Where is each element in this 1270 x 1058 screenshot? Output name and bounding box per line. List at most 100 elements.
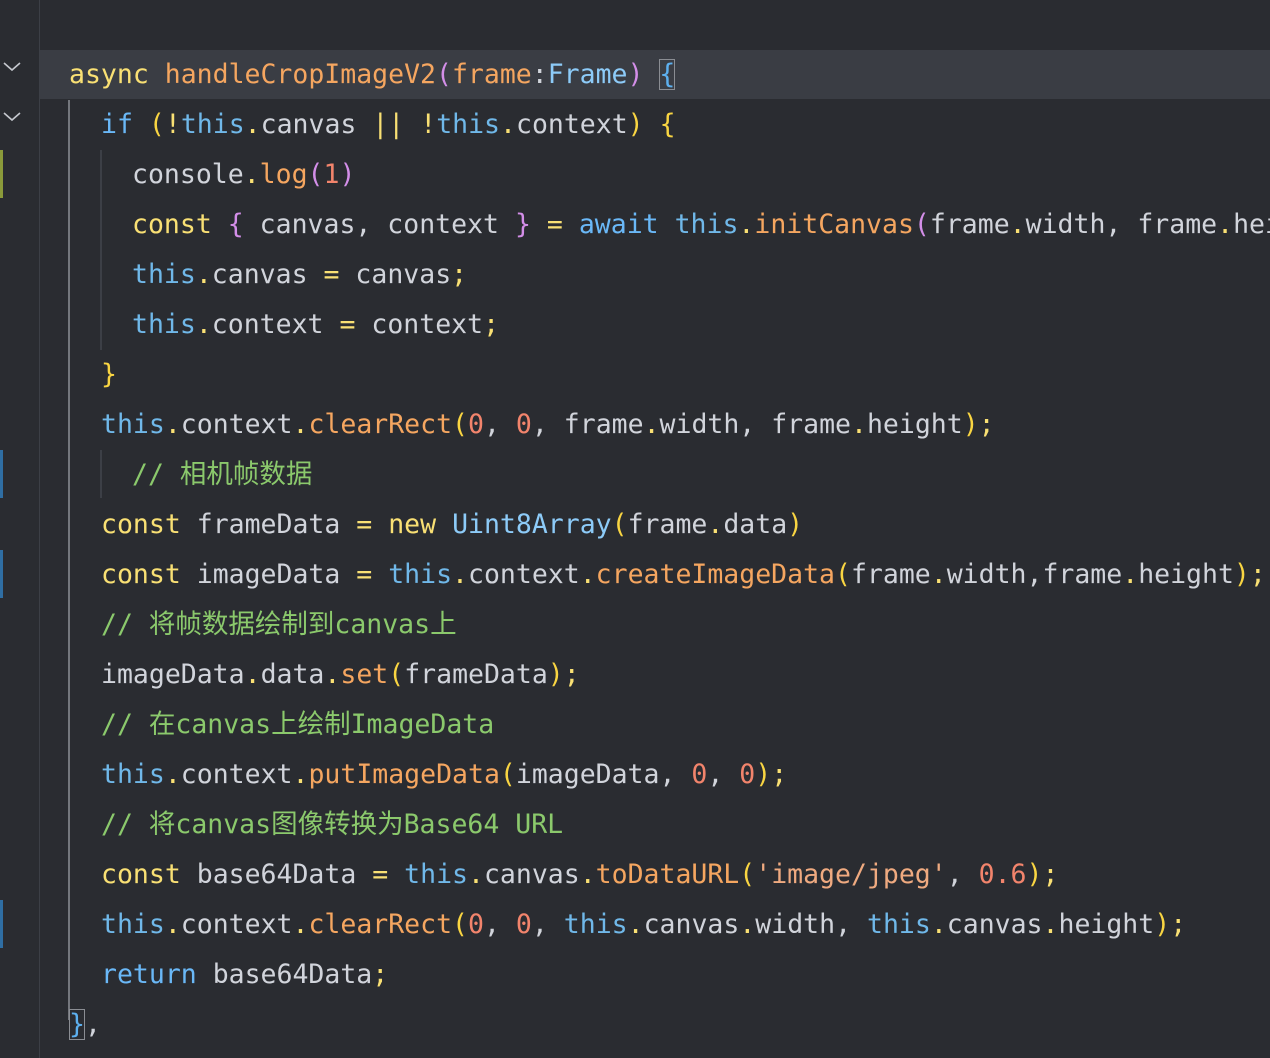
code-token: canvas, context <box>243 209 515 240</box>
code-token: } <box>69 1009 85 1040</box>
code-token: Uint8Array <box>452 509 612 540</box>
code-token: , <box>84 1009 101 1040</box>
code-token: frame <box>850 559 931 590</box>
code-token: . <box>739 909 756 940</box>
code-line[interactable]: const base64Data = this.canvas.toDataURL… <box>101 850 1058 900</box>
code-token: height <box>1138 559 1234 590</box>
code-token: , <box>483 409 516 440</box>
code-line[interactable]: // 将帧数据绘制到canvas上 <box>101 600 457 650</box>
code-token: . <box>292 759 309 790</box>
chevron-down-icon[interactable] <box>1 60 23 74</box>
code-token: . <box>244 659 261 690</box>
code-token: 0 <box>515 909 532 940</box>
code-line[interactable]: return base64Data; <box>101 950 388 1000</box>
code-line[interactable]: this.canvas = canvas; <box>132 250 467 300</box>
code-token: = <box>323 259 340 290</box>
code-line[interactable]: this.context.putImageData(imageData, 0, … <box>101 750 787 800</box>
code-token: ( <box>307 159 324 190</box>
code-token: . <box>627 909 644 940</box>
code-token: frame <box>627 509 708 540</box>
code-token: ; <box>451 259 468 290</box>
code-line[interactable]: // 相机帧数据 <box>132 450 312 500</box>
code-token: } <box>514 209 531 240</box>
code-line[interactable]: const imageData = this.context.createIma… <box>101 550 1266 600</box>
code-token: { <box>227 209 244 240</box>
git-change-marker <box>0 900 3 948</box>
code-token: frame <box>929 209 1010 240</box>
code-token: . <box>452 559 469 590</box>
code-token: canvas <box>339 259 452 290</box>
code-line[interactable]: } <box>101 350 117 400</box>
code-token: . <box>244 109 261 140</box>
code-token: set <box>340 659 389 690</box>
code-token: canvas <box>483 859 580 890</box>
code-token: canvas <box>260 109 357 140</box>
code-token: . <box>292 909 309 940</box>
code-token: ; <box>1042 859 1059 890</box>
code-comment: // 将帧数据绘制到canvas上 <box>101 609 457 640</box>
code-line[interactable]: this.context = context; <box>132 300 499 350</box>
code-token: this <box>866 909 931 940</box>
code-editor[interactable]: async handleCropImageV2(frame:Frame) {if… <box>0 0 1270 1058</box>
code-token: 0 <box>468 909 484 940</box>
code-token: ; <box>563 659 580 690</box>
code-token: = <box>372 859 389 890</box>
code-token: return <box>101 959 197 990</box>
code-line[interactable]: if (!this.canvas || !this.context) { <box>101 100 676 150</box>
code-token: context <box>211 309 324 340</box>
code-token: frame <box>1137 209 1218 240</box>
code-token: , <box>531 909 564 940</box>
code-token: . <box>164 759 181 790</box>
code-line[interactable]: const frameData = new Uint8Array(frame.d… <box>101 500 803 550</box>
code-token: context <box>468 559 580 590</box>
code-token: ( <box>452 409 469 440</box>
code-line[interactable]: imageData.data.set(frameData); <box>101 650 580 700</box>
code-token: this <box>436 109 501 140</box>
code-line[interactable]: this.context.clearRect(0, 0, this.canvas… <box>101 900 1186 950</box>
code-token: . <box>579 859 596 890</box>
code-token: createImageData <box>595 559 835 590</box>
code-line[interactable]: this.context.clearRect(0, 0, frame.width… <box>101 400 995 450</box>
code-token: log <box>259 159 308 190</box>
code-token: = <box>356 509 373 540</box>
code-token: imageData <box>101 659 245 690</box>
code-comment: // 相机帧数据 <box>132 459 313 490</box>
code-token: . <box>195 309 212 340</box>
code-line[interactable]: console.log(1) <box>132 150 355 200</box>
code-line[interactable]: // 将canvas图像转换为Base64 URL <box>101 800 563 850</box>
code-token: this <box>563 909 628 940</box>
code-token: 0 <box>515 409 532 440</box>
code-token: . <box>324 659 341 690</box>
code-token: || <box>372 109 405 140</box>
code-token: base64Data <box>180 859 373 890</box>
code-token: . <box>707 509 724 540</box>
indent-guide <box>100 450 102 498</box>
code-line[interactable]: const { canvas, context } = await this.i… <box>132 200 1270 250</box>
code-token: imageData <box>180 559 357 590</box>
code-token: ) <box>787 509 804 540</box>
code-token: clearRect <box>308 409 453 440</box>
code-token: this <box>101 759 165 790</box>
code-line[interactable]: async handleCropImageV2(frame:Frame) { <box>69 50 676 100</box>
code-token: ) <box>962 409 979 440</box>
code-token: Frame <box>547 59 628 90</box>
code-token: canvas <box>946 909 1043 940</box>
code-token: console <box>132 159 244 190</box>
code-token: , <box>707 759 740 790</box>
code-token: . <box>164 909 181 940</box>
code-token: . <box>195 259 212 290</box>
chevron-down-icon[interactable] <box>1 110 23 124</box>
code-line[interactable]: // 在canvas上绘制ImageData <box>101 700 494 750</box>
code-token: . <box>930 909 947 940</box>
code-token: ( <box>835 559 851 590</box>
code-line[interactable]: }, <box>69 1000 101 1050</box>
code-token: 0 <box>691 759 708 790</box>
